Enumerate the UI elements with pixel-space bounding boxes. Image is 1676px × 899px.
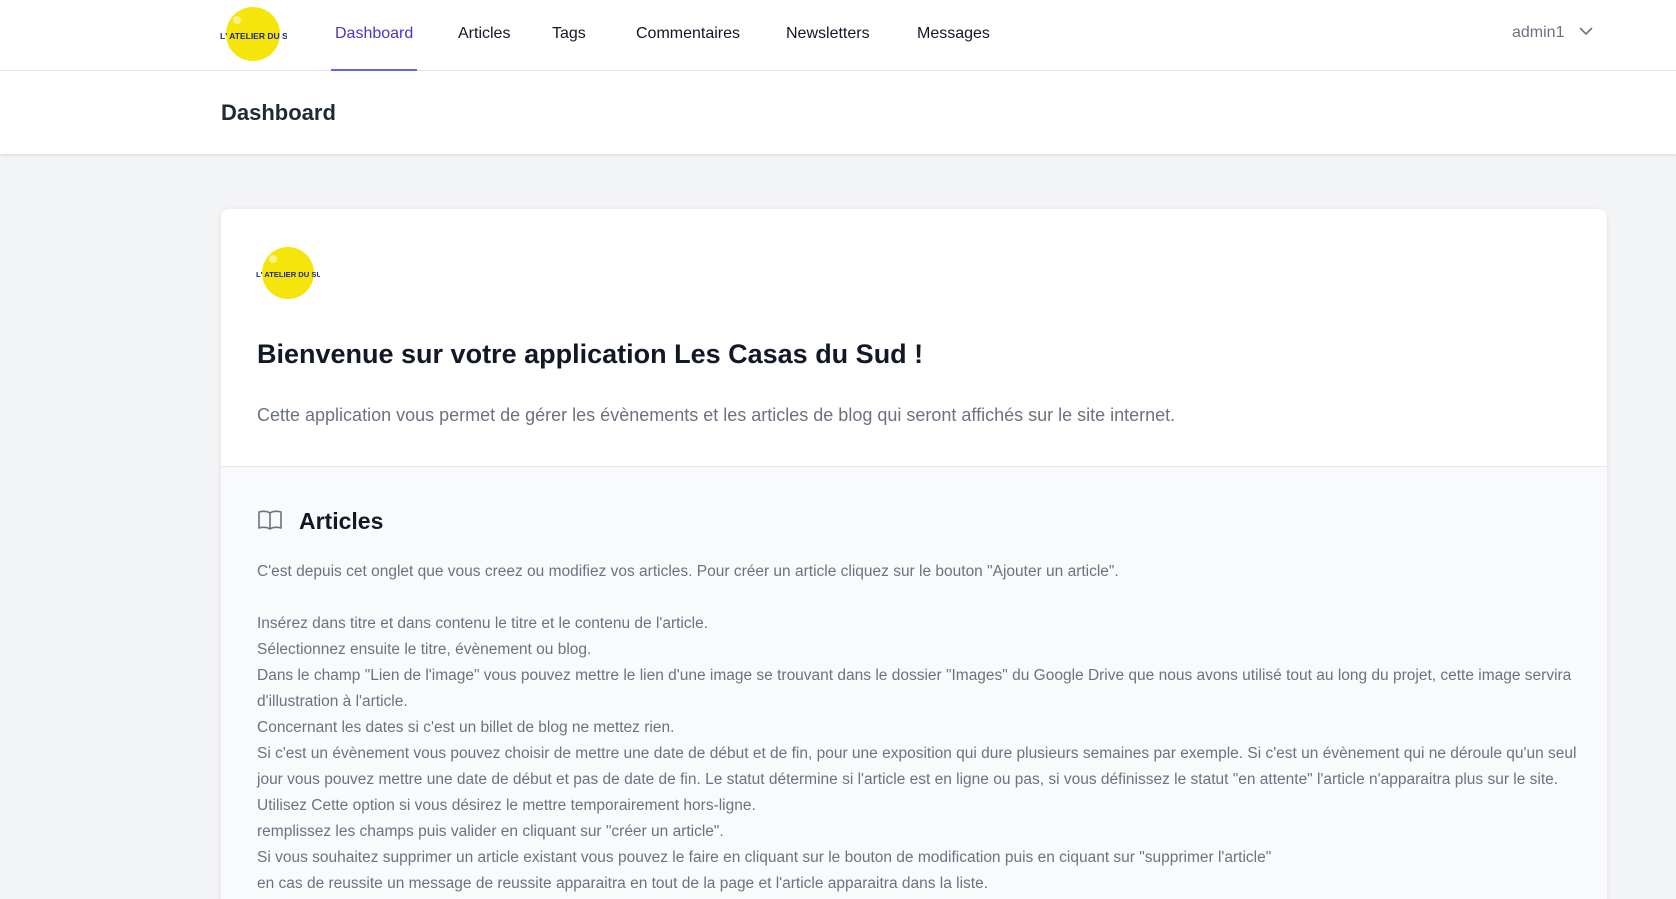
articles-line: Insérez dans titre et dans contenu le ti… xyxy=(257,615,708,632)
articles-line: Dans le champ "Lien de l'image" vous pou… xyxy=(257,667,1572,710)
top-navigation: L' ATELIER DU SUD Dashboard Articles Tag… xyxy=(0,0,1676,71)
articles-line: Si c'est un évènement vous pouvez choisi… xyxy=(257,745,1577,814)
nav-tags[interactable]: Tags xyxy=(548,0,590,71)
welcome-description: Cette application vous permet de gérer l… xyxy=(257,405,1176,425)
articles-line: Si vous souhaitez supprimer un article e… xyxy=(257,849,1272,866)
nav-newsletters[interactable]: Newsletters xyxy=(782,0,874,71)
nav-dashboard[interactable]: Dashboard xyxy=(331,0,418,71)
articles-help-section: Articles C'est depuis cet onglet que vou… xyxy=(221,467,1607,899)
nav-commentaires[interactable]: Commentaires xyxy=(632,0,744,71)
welcome-title: Bienvenue sur votre application Les Casa… xyxy=(257,339,924,369)
chevron-down-icon xyxy=(1579,27,1593,35)
book-open-icon xyxy=(258,510,282,530)
articles-section-body: C'est depuis cet onglet que vous creez o… xyxy=(257,559,1577,897)
welcome-card: L' ATELIER DU SUD Bienvenue sur votre ap… xyxy=(221,209,1607,899)
card-logo: L' ATELIER DU SUD xyxy=(256,247,320,299)
articles-section-title: Articles xyxy=(299,508,384,534)
brand-logo-text: L' ATELIER DU SUD xyxy=(220,31,287,41)
brand-logo[interactable]: L' ATELIER DU SUD xyxy=(219,6,287,62)
articles-line: Concernant les dates si c'est un billet … xyxy=(257,719,675,736)
user-name: admin1 xyxy=(1512,24,1565,41)
articles-line: remplissez les champs puis valider en cl… xyxy=(257,823,724,840)
articles-line: en cas de reussite un message de reussit… xyxy=(257,875,989,892)
nav-messages[interactable]: Messages xyxy=(913,0,994,71)
page-header: Dashboard xyxy=(0,71,1676,154)
page-title: Dashboard xyxy=(221,100,336,125)
articles-intro: C'est depuis cet onglet que vous creez o… xyxy=(257,563,1119,580)
nav-articles[interactable]: Articles xyxy=(454,0,514,71)
card-logo-text: L' ATELIER DU SUD xyxy=(256,270,320,279)
user-menu[interactable]: admin1 xyxy=(1512,0,1593,71)
welcome-panel: L' ATELIER DU SUD Bienvenue sur votre ap… xyxy=(221,209,1607,467)
articles-line: Sélectionnez ensuite le titre, évènement… xyxy=(257,641,592,658)
